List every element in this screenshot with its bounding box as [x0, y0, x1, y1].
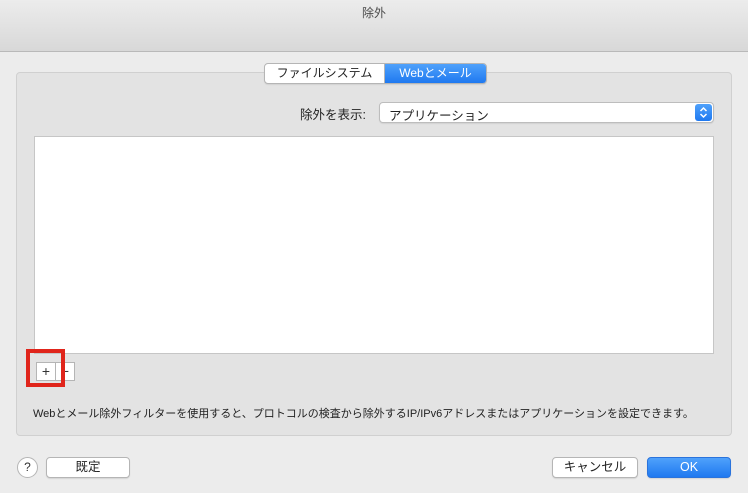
ok-button[interactable]: OK: [647, 457, 731, 478]
exclusion-filter-label: 除外を表示:: [300, 108, 366, 122]
default-button[interactable]: 既定: [46, 457, 130, 478]
exclusion-list[interactable]: [34, 136, 714, 354]
help-button[interactable]: ?: [17, 457, 38, 478]
title-bar: 除外: [0, 0, 748, 52]
add-button[interactable]: +: [36, 362, 56, 381]
remove-button[interactable]: −: [55, 362, 75, 381]
tab-file-system[interactable]: ファイルシステム: [265, 64, 385, 83]
exclusion-type-value: アプリケーション: [389, 109, 489, 123]
updown-chevron-icon: [695, 104, 712, 121]
tab-web-and-mail[interactable]: Webとメール: [385, 64, 486, 83]
exclusion-type-popup[interactable]: アプリケーション: [379, 102, 714, 123]
window-title: 除外: [361, 6, 386, 20]
cancel-button[interactable]: キャンセル: [552, 457, 638, 478]
tab-bar: ファイルシステム Webとメール: [264, 63, 487, 84]
description-text: Webとメール除外フィルターを使用すると、プロトコルの検査から除外するIP/IP…: [33, 408, 694, 420]
